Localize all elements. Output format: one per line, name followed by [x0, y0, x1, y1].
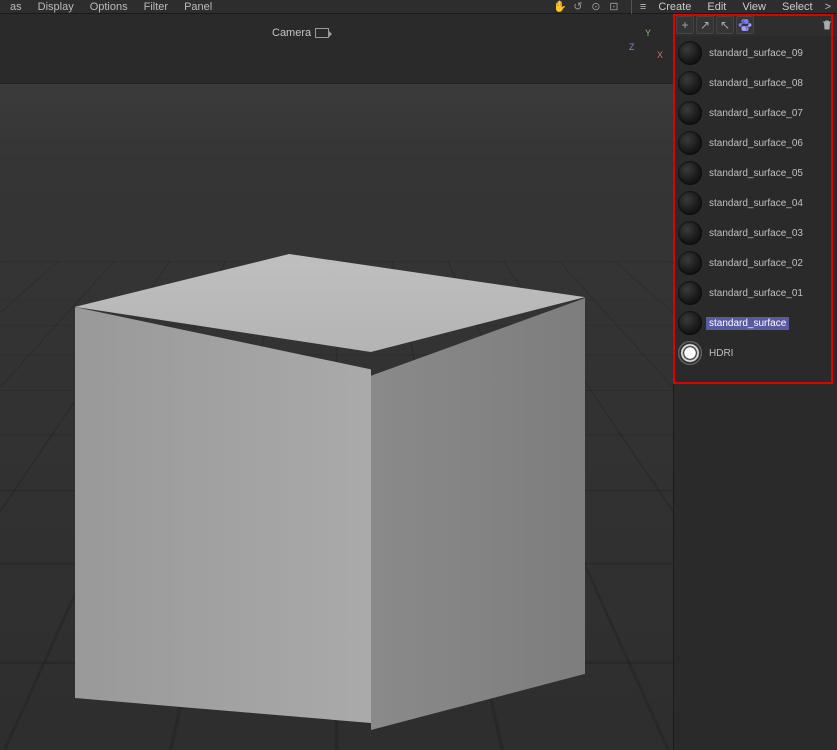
material-swatch-icon: [678, 251, 702, 275]
add-material-button[interactable]: +: [676, 16, 694, 34]
workspace: Camera Y X Z + ↗ ↖ standard_surface_09st…: [0, 14, 837, 750]
material-label: standard_surface_01: [706, 287, 806, 300]
material-item[interactable]: standard_surface_01: [674, 278, 837, 308]
material-item[interactable]: standard_surface: [674, 308, 837, 338]
material-item[interactable]: standard_surface_09: [674, 38, 837, 68]
material-label: standard_surface_04: [706, 197, 806, 210]
menu-display[interactable]: Display: [30, 1, 82, 13]
scene-cube[interactable]: [75, 254, 585, 724]
camera-icon: [315, 28, 329, 38]
menu-edit[interactable]: Edit: [699, 1, 734, 13]
material-item[interactable]: HDRI: [674, 338, 837, 368]
overflow-right-icon[interactable]: >: [821, 1, 835, 13]
menu-panel[interactable]: Panel: [176, 1, 220, 13]
material-swatch-icon: [678, 131, 702, 155]
material-label: standard_surface_03: [706, 227, 806, 240]
material-label: standard_surface_08: [706, 77, 806, 90]
hand-icon[interactable]: ✋: [553, 0, 567, 13]
separator: [631, 0, 632, 14]
material-panel: + ↗ ↖ standard_surface_09standard_surfac…: [673, 14, 837, 750]
assign-button[interactable]: ↗: [696, 16, 714, 34]
cube-left-face: [75, 307, 371, 723]
material-list: standard_surface_09 standard_surface_08st…: [674, 36, 837, 370]
material-swatch-icon: [678, 161, 702, 185]
python-icon[interactable]: [736, 16, 754, 34]
material-swatch-icon: [678, 311, 702, 335]
material-item[interactable]: standard_surface_06: [674, 128, 837, 158]
menu-select[interactable]: Select: [774, 1, 821, 13]
material-swatch-icon: [678, 41, 702, 65]
orbit-icon[interactable]: ↺: [571, 0, 585, 13]
top-menu-bar: as Display Options Filter Panel ✋ ↺ ⊙ ⊡ …: [0, 0, 837, 14]
material-swatch-icon: [678, 71, 702, 95]
menu-as[interactable]: as: [2, 1, 30, 13]
material-item[interactable]: standard_surface_05: [674, 158, 837, 188]
hdri-swatch-icon: [678, 341, 702, 365]
material-swatch-icon: [678, 101, 702, 125]
material-label: standard_surface_09: [706, 47, 806, 60]
viewport-tool-icons: ✋ ↺ ⊙ ⊡: [553, 0, 627, 13]
active-camera-label: Camera: [272, 27, 329, 39]
top-menu-right: ✋ ↺ ⊙ ⊡ ≡ Create Edit View Select >: [553, 0, 835, 14]
menu-options[interactable]: Options: [82, 1, 136, 13]
material-label: standard_surface_07: [706, 107, 806, 120]
material-label: standard_surface_06: [706, 137, 806, 150]
viewport-horizon: [0, 14, 673, 84]
menu-create[interactable]: Create: [650, 1, 699, 13]
pull-button[interactable]: ↖: [716, 16, 734, 34]
material-item[interactable]: standard_surface_04: [674, 188, 837, 218]
target-icon[interactable]: ⊙: [589, 0, 603, 13]
material-label: HDRI: [706, 347, 736, 360]
frame-icon[interactable]: ⊡: [607, 0, 621, 13]
material-swatch-icon: [678, 281, 702, 305]
material-item[interactable]: standard_surface_02: [674, 248, 837, 278]
viewport-3d[interactable]: Camera Y X Z: [0, 14, 673, 750]
top-menu-left: as Display Options Filter Panel: [2, 1, 220, 13]
material-swatch-icon: [678, 221, 702, 245]
material-label: standard_surface_02: [706, 257, 806, 270]
camera-name-text: Camera: [272, 27, 311, 39]
material-label: standard_surface_05: [706, 167, 806, 180]
cube-right-face: [371, 298, 585, 730]
menu-filter[interactable]: Filter: [136, 1, 176, 13]
material-label: standard_surface: [706, 317, 789, 330]
material-swatch-icon: [678, 191, 702, 215]
menu-view[interactable]: View: [734, 1, 774, 13]
delete-material-button[interactable]: [819, 17, 835, 33]
material-item[interactable]: standard_surface_08: [674, 68, 837, 98]
material-item[interactable]: standard_surface_07: [674, 98, 837, 128]
hamburger-icon[interactable]: ≡: [636, 1, 650, 13]
material-item[interactable]: standard_surface_03: [674, 218, 837, 248]
material-toolbar: + ↗ ↖: [674, 14, 837, 36]
